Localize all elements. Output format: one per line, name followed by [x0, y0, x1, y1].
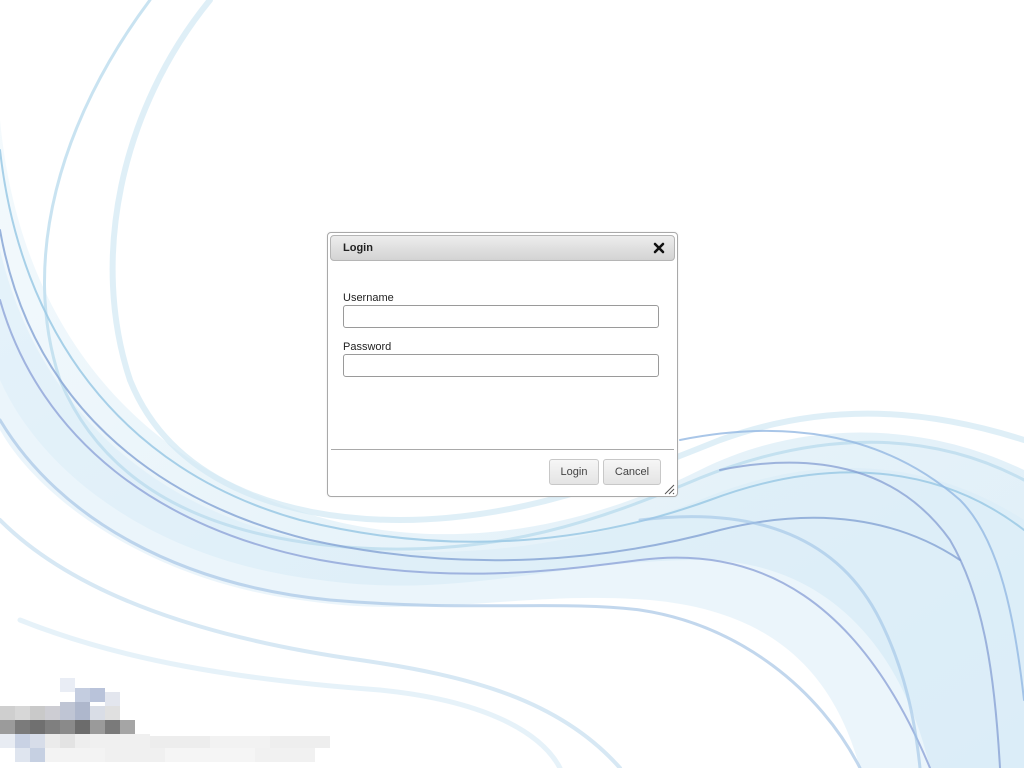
password-input[interactable] [343, 354, 659, 377]
pixelated-logo [0, 678, 330, 762]
username-input[interactable] [343, 305, 659, 328]
resize-grip-icon[interactable] [663, 482, 675, 495]
password-label: Password [343, 341, 392, 353]
dialog-button-pane [331, 449, 674, 450]
dialog-titlebar[interactable]: Login [330, 235, 675, 261]
desktop: Login Username Password Login Cancel [0, 0, 1024, 768]
username-label: Username [343, 292, 394, 304]
login-dialog: Login Username Password Login Cancel [327, 232, 678, 497]
close-icon[interactable] [652, 241, 666, 255]
login-button[interactable]: Login [549, 459, 599, 485]
dialog-title: Login [343, 242, 373, 254]
cancel-button[interactable]: Cancel [603, 459, 661, 485]
